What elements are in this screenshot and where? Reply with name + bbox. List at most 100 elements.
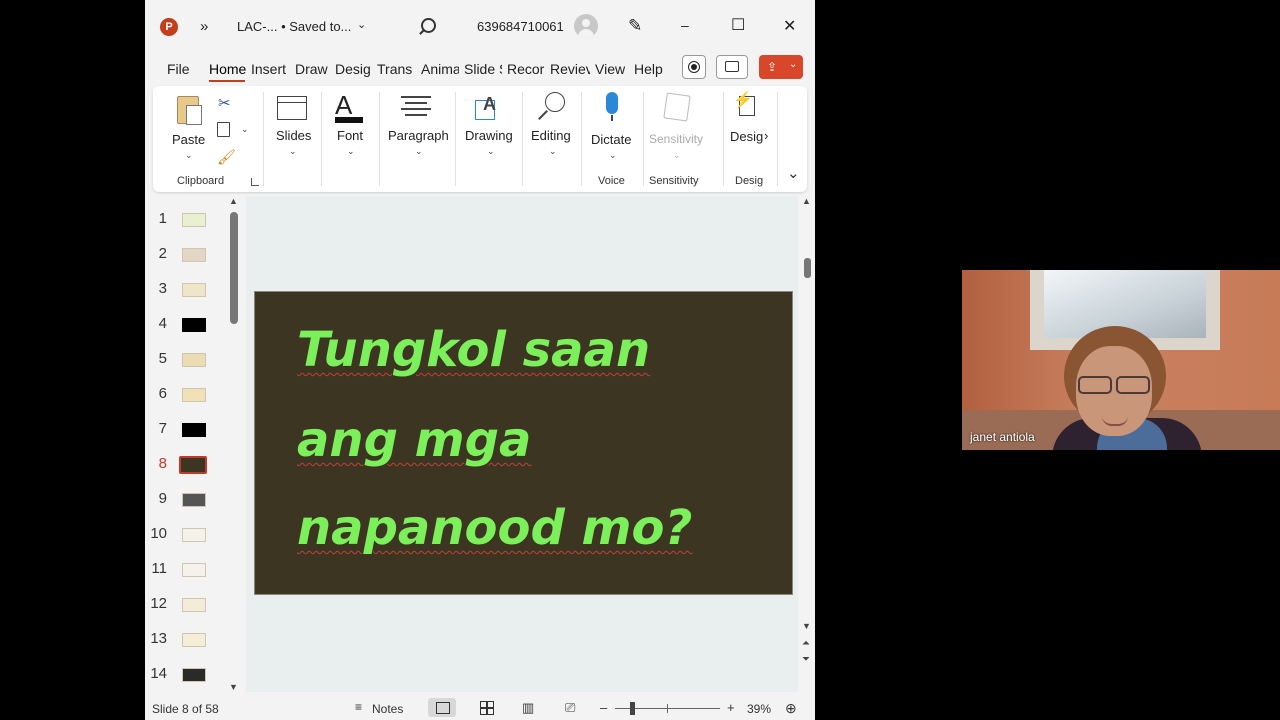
next-slide-icon[interactable]: ⏷ bbox=[802, 654, 810, 665]
thumbnail-row-selected[interactable]: 8 bbox=[145, 455, 235, 490]
thumbnail-number: 10 bbox=[150, 525, 167, 542]
slide-show-icon[interactable]: ⎚ bbox=[565, 700, 575, 716]
thumbnail-number: 13 bbox=[150, 630, 167, 647]
previous-slide-icon[interactable]: ⏶ bbox=[802, 638, 810, 649]
minimize-button[interactable]: – bbox=[681, 17, 689, 33]
slide-text-line[interactable]: napanood mo? bbox=[297, 500, 692, 556]
tab-home[interactable]: Home bbox=[209, 61, 247, 77]
thumbnail-row[interactable]: 6 bbox=[145, 385, 235, 420]
participant-video[interactable]: janet antiola bbox=[962, 270, 1280, 450]
slide-thumbnail[interactable] bbox=[182, 283, 206, 297]
font-button[interactable]: A Font ⌄ bbox=[329, 90, 371, 162]
tab-review[interactable]: Reviev bbox=[550, 61, 590, 77]
thumbnail-row[interactable]: 9 bbox=[145, 490, 235, 525]
slide-thumbnail-selected[interactable] bbox=[179, 456, 207, 474]
scroll-up-arrow[interactable]: ▲ bbox=[802, 196, 811, 206]
chevron-down-icon[interactable]: ⌄ bbox=[241, 124, 249, 135]
zoom-slider-thumb[interactable] bbox=[630, 702, 635, 715]
ribbon-more-arrow[interactable]: › bbox=[764, 128, 768, 143]
thumbnail-row[interactable]: 11 bbox=[145, 560, 235, 595]
thumbnail-row[interactable]: 13 bbox=[145, 630, 235, 665]
tab-record[interactable]: Recor bbox=[507, 61, 545, 77]
designer-button[interactable]: ⚡ Desig › bbox=[727, 92, 771, 162]
tab-view[interactable]: View bbox=[595, 61, 629, 77]
format-painter-icon[interactable]: 🖌 bbox=[217, 148, 236, 166]
dialog-launcher-icon[interactable] bbox=[251, 178, 259, 186]
slide-thumbnail[interactable] bbox=[182, 493, 206, 507]
thumbnail-row[interactable]: 10 bbox=[145, 525, 235, 560]
notes-button[interactable]: ≡ Notes bbox=[355, 700, 415, 716]
document-title[interactable]: LAC-... • Saved to... bbox=[237, 19, 351, 34]
zoom-in-button[interactable]: + bbox=[727, 700, 735, 715]
thumbnail-row[interactable]: 1 bbox=[145, 210, 235, 245]
thumbnail-row[interactable]: 12 bbox=[145, 595, 235, 630]
thumbnail-row[interactable]: 7 bbox=[145, 420, 235, 455]
cut-icon[interactable]: ✂ bbox=[218, 94, 231, 112]
record-button[interactable] bbox=[682, 55, 706, 79]
paragraph-icon bbox=[401, 96, 431, 116]
overflow-chevron-icon[interactable]: » bbox=[200, 18, 208, 35]
reading-view-icon[interactable]: ▥ bbox=[522, 700, 534, 716]
thumbnail-row[interactable]: 4 bbox=[145, 315, 235, 350]
normal-view-button[interactable] bbox=[428, 698, 456, 717]
slide-thumbnail[interactable] bbox=[182, 668, 206, 682]
collapse-ribbon-button[interactable]: ⌄ bbox=[787, 164, 800, 182]
slide-thumbnail[interactable] bbox=[182, 248, 206, 262]
dictate-button[interactable]: Dictate ⌄ bbox=[587, 92, 637, 162]
zoom-level[interactable]: 39% bbox=[747, 702, 771, 716]
paragraph-button[interactable]: Paragraph ⌄ bbox=[385, 92, 451, 162]
paste-button[interactable]: Paste ⌄ bbox=[167, 92, 211, 162]
scroll-up-arrow[interactable]: ▲ bbox=[229, 196, 238, 206]
tab-design[interactable]: Desig bbox=[335, 61, 371, 77]
zoom-out-button[interactable]: – bbox=[600, 700, 607, 715]
designer-group-label: Desig bbox=[735, 175, 764, 187]
slide-thumbnail[interactable] bbox=[182, 318, 206, 332]
tab-help[interactable]: Help bbox=[634, 61, 668, 77]
thumbnail-number: 2 bbox=[158, 245, 167, 262]
fit-to-window-icon[interactable]: ⊕ bbox=[785, 700, 797, 717]
scroll-down-arrow[interactable]: ▼ bbox=[229, 682, 238, 692]
designer-icon: ⚡ bbox=[733, 92, 755, 116]
thumbnail-scrollbar[interactable] bbox=[230, 212, 238, 324]
tab-transitions[interactable]: Transi bbox=[377, 61, 413, 77]
editor-scrollbar[interactable]: ▲ ▼ ⏶ ⏷ bbox=[800, 196, 815, 692]
thumbnail-row[interactable]: 2 bbox=[145, 245, 235, 280]
thumbnail-row[interactable]: 5 bbox=[145, 350, 235, 385]
scroll-down-arrow[interactable]: ▼ bbox=[802, 621, 811, 631]
chevron-down-icon: ⌄ bbox=[789, 59, 798, 70]
share-button[interactable]: ⇪ ⌄ bbox=[759, 55, 803, 79]
slide-thumbnail[interactable] bbox=[182, 528, 206, 542]
thumbnail-row[interactable]: 3 bbox=[145, 280, 235, 315]
slide-thumbnail[interactable] bbox=[182, 633, 206, 647]
editing-button[interactable]: Editing ⌄ bbox=[527, 92, 579, 162]
tab-draw[interactable]: Draw bbox=[295, 61, 330, 77]
pen-icon[interactable]: ✎ bbox=[628, 16, 642, 36]
slide-thumbnail[interactable] bbox=[182, 388, 206, 402]
tab-file[interactable]: File bbox=[167, 61, 197, 77]
slide-thumbnail[interactable] bbox=[182, 563, 206, 577]
maximize-button[interactable]: ☐ bbox=[731, 15, 745, 35]
slide-thumbnail[interactable] bbox=[182, 213, 206, 227]
current-slide[interactable]: Tungkol saan ang mga napanood mo? bbox=[254, 291, 793, 595]
copy-icon[interactable] bbox=[217, 122, 230, 137]
drawing-button[interactable]: A Drawing ⌄ bbox=[461, 92, 519, 162]
scroll-thumb[interactable] bbox=[804, 258, 811, 278]
slide-thumbnail[interactable] bbox=[182, 598, 206, 612]
avatar-icon[interactable] bbox=[574, 14, 598, 38]
slide-thumbnail[interactable] bbox=[182, 423, 206, 437]
slide-text-line[interactable]: ang mga bbox=[297, 412, 531, 468]
thumbnail-row[interactable]: 14 bbox=[145, 665, 235, 700]
comments-button[interactable] bbox=[716, 55, 748, 79]
tab-animations[interactable]: Anima bbox=[421, 61, 459, 77]
tab-insert[interactable]: Insert bbox=[251, 61, 289, 77]
slides-button[interactable]: Slides ⌄ bbox=[271, 92, 313, 162]
chevron-down-icon[interactable]: ⌄ bbox=[357, 18, 366, 31]
slide-text-line[interactable]: Tungkol saan bbox=[297, 322, 650, 378]
thumbnail-number: 9 bbox=[158, 490, 167, 507]
slide-thumbnail[interactable] bbox=[182, 353, 206, 367]
tab-slide-show[interactable]: Slide S bbox=[464, 61, 502, 77]
account-name[interactable]: 639684710061 bbox=[477, 19, 564, 34]
powerpoint-logo[interactable]: P bbox=[160, 18, 178, 36]
close-button[interactable]: ✕ bbox=[783, 16, 796, 36]
slide-sorter-icon[interactable] bbox=[480, 701, 494, 715]
